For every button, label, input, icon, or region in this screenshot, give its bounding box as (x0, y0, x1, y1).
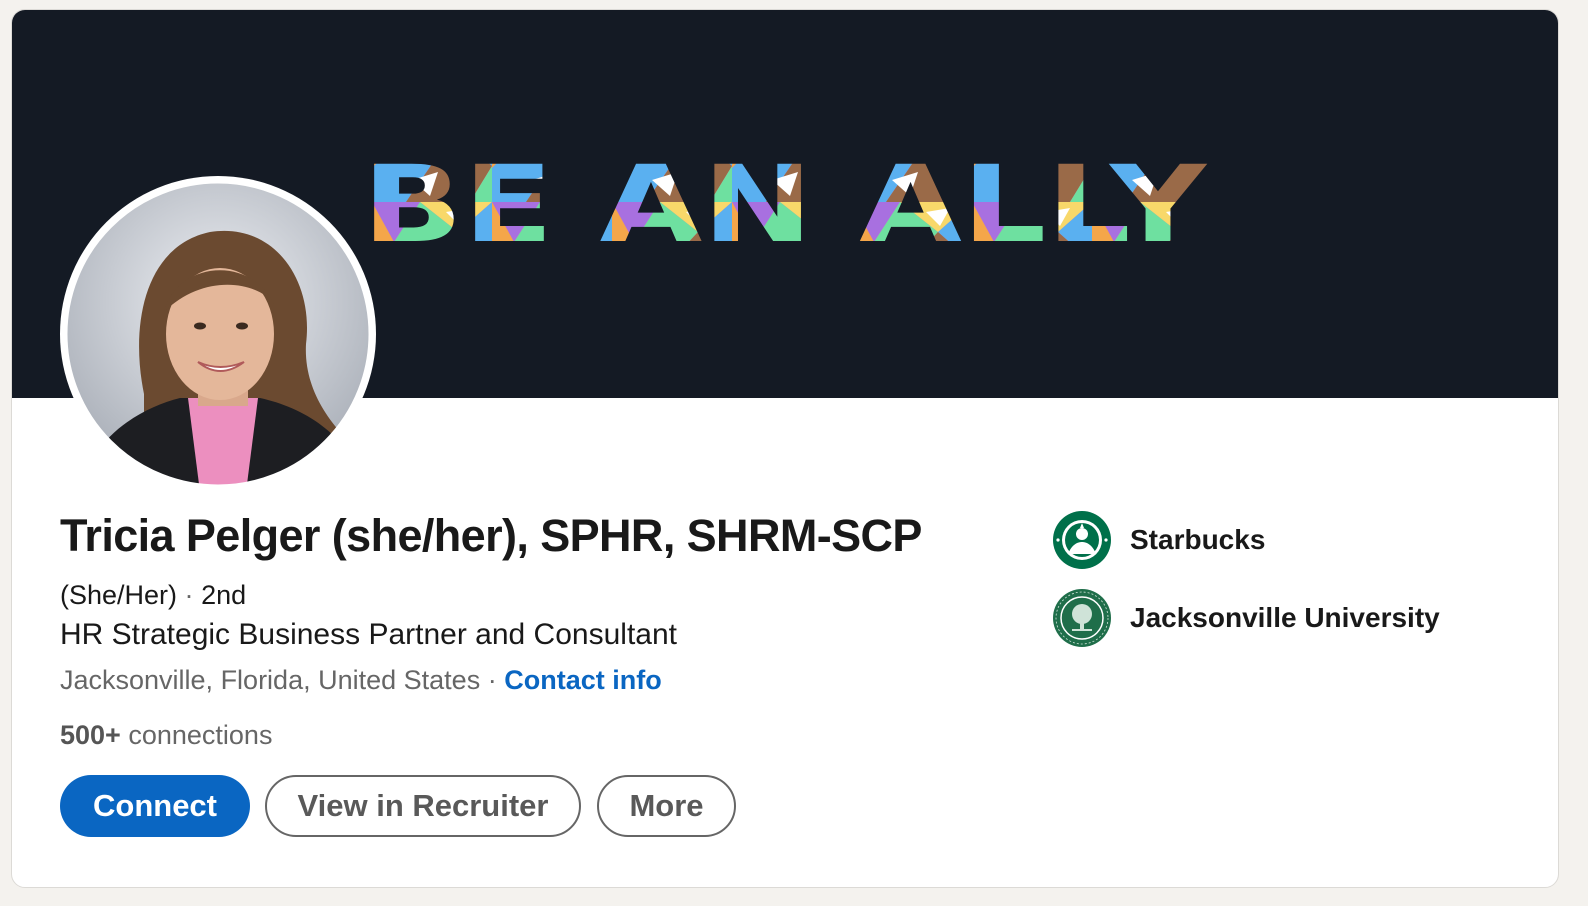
contact-info-link[interactable]: Contact info (504, 665, 661, 695)
connect-button[interactable]: Connect (60, 775, 250, 837)
org-name: Jacksonville University (1130, 602, 1440, 633)
profile-name: Tricia Pelger (she/her), SPHR, SHRM-SCP (60, 510, 922, 561)
profile-headline: HR Strategic Business Partner and Consul… (60, 618, 677, 651)
connections-number: 500+ (60, 720, 121, 750)
connection-degree: 2nd (201, 580, 247, 610)
connections-label: connections (128, 720, 273, 750)
profile-card: BE AN ALLY Tricia Pelger (she/her), SPHR… (11, 9, 1559, 888)
more-button[interactable]: More (597, 775, 736, 837)
separator-dot: · (487, 665, 497, 695)
separator-dot: · (184, 580, 194, 610)
starbucks-logo-icon (1053, 511, 1111, 569)
location-row: Jacksonville, Florida, United States · C… (60, 665, 662, 696)
connections-count[interactable]: 500+ connections (60, 720, 272, 751)
pronouns: (She/Her) (60, 580, 178, 610)
location: Jacksonville, Florida, United States (60, 665, 481, 695)
view-in-recruiter-button[interactable]: View in Recruiter (265, 775, 581, 837)
pronouns-degree: (She/Her) · 2nd (60, 580, 246, 611)
org-jacksonville-university[interactable]: Jacksonville University (1052, 588, 1440, 648)
org-starbucks[interactable]: Starbucks (1052, 510, 1265, 570)
banner-text: BE AN ALLY (362, 143, 1208, 266)
jacksonville-university-seal-icon (1053, 589, 1111, 647)
profile-photo[interactable] (60, 176, 376, 492)
org-name: Starbucks (1130, 524, 1266, 555)
